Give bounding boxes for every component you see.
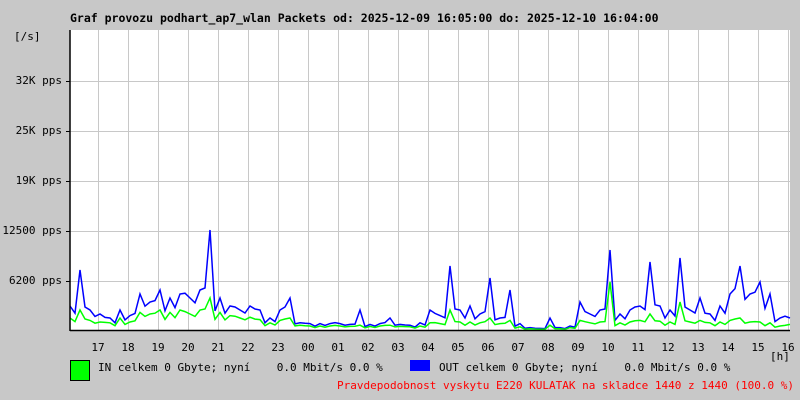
chart-plot <box>66 30 791 332</box>
y-tick-label: 6200 pps <box>9 274 62 287</box>
y-tick-label: 19K pps <box>15 174 62 187</box>
x-tick-label: 05 <box>451 341 465 354</box>
x-tick-label: 07 <box>511 341 525 354</box>
x-tick-label: 01 <box>331 341 345 354</box>
x-tick-label: 03 <box>391 341 405 354</box>
x-tick-label: 23 <box>271 341 285 354</box>
x-tick-label: 11 <box>631 341 645 354</box>
x-tick-label: 14 <box>721 341 735 354</box>
x-tick-label: 19 <box>151 341 165 354</box>
x-tick-label: 20 <box>181 341 195 354</box>
x-tick-label: 17 <box>91 341 105 354</box>
legend-in-text: IN celkem 0 Gbyte; nyní 0.0 Mbit/s 0.0 % <box>98 361 383 374</box>
legend-in-swatch <box>70 360 90 381</box>
x-axis-unit: [h] <box>770 350 790 363</box>
x-tick-label: 13 <box>691 341 705 354</box>
x-tick-label: 08 <box>541 341 555 354</box>
x-tick-label: 09 <box>571 341 585 354</box>
y-tick-label: 25K pps <box>15 124 62 137</box>
x-tick-label: 22 <box>241 341 255 354</box>
x-tick-label: 12 <box>661 341 675 354</box>
footer-note: Pravdepodobnost vyskytu E220 KULATAK na … <box>337 379 794 392</box>
x-tick-label: 06 <box>481 341 495 354</box>
plot-background <box>70 30 790 330</box>
legend-out-swatch <box>410 360 430 371</box>
x-tick-label: 15 <box>751 341 765 354</box>
x-tick-label: 02 <box>361 341 375 354</box>
x-tick-label: 04 <box>421 341 435 354</box>
x-tick-label: 18 <box>121 341 135 354</box>
y-tick-label: 12500 pps <box>2 224 62 237</box>
y-tick-label: 32K pps <box>15 74 62 87</box>
x-tick-label: 10 <box>601 341 615 354</box>
x-tick-label: 00 <box>301 341 315 354</box>
x-tick-label: 21 <box>211 341 225 354</box>
legend-out-text: OUT celkem 0 Gbyte; nyní 0.0 Mbit/s 0.0 … <box>439 361 731 374</box>
